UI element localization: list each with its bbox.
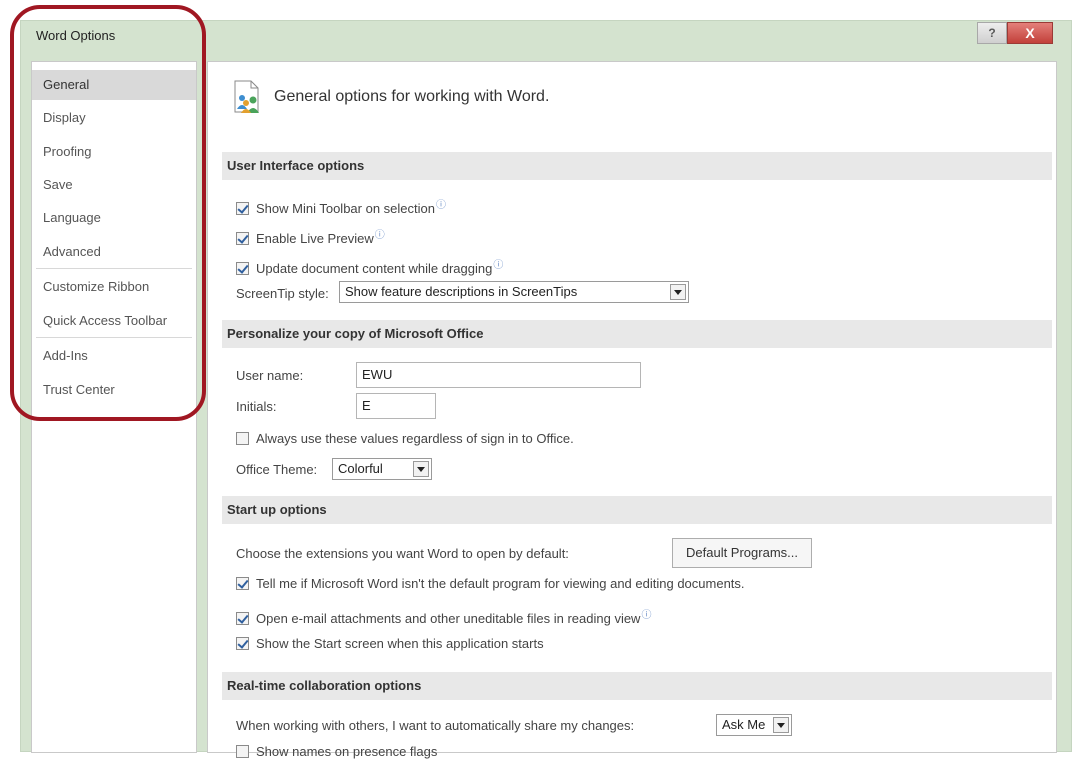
section-header-user-interface: User Interface options — [222, 152, 1052, 180]
options-nav: General Display Proofing Save Language A… — [31, 61, 197, 753]
section-header-personalize: Personalize your copy of Microsoft Offic… — [222, 320, 1052, 348]
title-bar[interactable]: Word Options ? X — [21, 21, 1071, 51]
word-options-dialog: Word Options ? X General Display Proofin… — [20, 20, 1072, 759]
nav-item-add-ins[interactable]: Add-Ins — [32, 341, 196, 371]
close-button[interactable]: X — [1007, 22, 1053, 44]
share-changes-select[interactable]: Ask Me — [716, 714, 792, 736]
nav-item-trust-center[interactable]: Trust Center — [32, 375, 196, 405]
office-theme-value: Colorful — [338, 461, 383, 476]
info-icon: ⓘ — [435, 200, 446, 211]
nav-item-customize-ribbon[interactable]: Customize Ribbon — [32, 272, 196, 302]
nav-item-save[interactable]: Save — [32, 170, 196, 200]
section-header-collaboration: Real-time collaboration options — [222, 672, 1052, 700]
info-icon: ⓘ — [641, 610, 652, 621]
nav-item-display[interactable]: Display — [32, 103, 196, 133]
chevron-down-icon[interactable] — [773, 717, 789, 733]
show-start-label: Show the Start screen when this applicat… — [256, 636, 544, 651]
tell-me-label: Tell me if Microsoft Word isn't the defa… — [256, 576, 745, 591]
default-programs-button[interactable]: Default Programs... — [672, 538, 812, 568]
screentip-style-label: ScreenTip style: — [236, 286, 329, 301]
share-changes-value: Ask Me — [722, 717, 766, 732]
page-title: General options for working with Word. — [274, 88, 550, 105]
section-header-startup: Start up options — [222, 496, 1052, 524]
always-use-checkbox[interactable] — [236, 432, 249, 445]
show-start-option[interactable]: Show the Start screen when this applicat… — [236, 636, 544, 651]
username-input[interactable]: EWU — [356, 362, 641, 388]
username-label: User name: — [236, 368, 304, 383]
mini-toolbar-option[interactable]: Show Mini Toolbar on selectionⓘ — [236, 196, 446, 216]
tell-me-option[interactable]: Tell me if Microsoft Word isn't the defa… — [236, 576, 745, 591]
nav-item-general[interactable]: General — [32, 70, 196, 100]
live-preview-checkbox[interactable] — [236, 232, 249, 245]
update-dragging-checkbox[interactable] — [236, 262, 249, 275]
office-theme-label: Office Theme: — [236, 462, 318, 477]
nav-item-quick-access-toolbar[interactable]: Quick Access Toolbar — [32, 306, 196, 336]
help-button[interactable]: ? — [977, 22, 1007, 44]
update-dragging-option[interactable]: Update document content while draggingⓘ — [236, 256, 503, 276]
screentip-style-select[interactable]: Show feature descriptions in ScreenTips — [339, 281, 689, 303]
info-icon: ⓘ — [374, 230, 385, 241]
open-email-checkbox[interactable] — [236, 612, 249, 625]
nav-divider — [36, 337, 192, 338]
dialog-title: Word Options — [36, 28, 116, 43]
update-dragging-label: Update document content while dragging — [256, 261, 493, 276]
share-changes-label: When working with others, I want to auto… — [236, 718, 635, 733]
info-icon: ⓘ — [493, 260, 504, 271]
office-theme-select[interactable]: Colorful — [332, 458, 432, 480]
tell-me-checkbox[interactable] — [236, 577, 249, 590]
mini-toolbar-checkbox[interactable] — [236, 202, 249, 215]
live-preview-option[interactable]: Enable Live Previewⓘ — [236, 226, 385, 246]
general-options-panel: General options for working with Word. U… — [207, 61, 1057, 759]
nav-item-advanced[interactable]: Advanced — [32, 237, 196, 267]
nav-item-language[interactable]: Language — [32, 203, 196, 233]
always-use-option[interactable]: Always use these values regardless of si… — [236, 431, 574, 446]
open-email-option[interactable]: Open e-mail attachments and other unedit… — [236, 606, 651, 626]
always-use-label: Always use these values regardless of si… — [256, 431, 574, 446]
initials-label: Initials: — [236, 399, 277, 414]
initials-input[interactable]: E — [356, 393, 436, 419]
mini-toolbar-label: Show Mini Toolbar on selection — [256, 201, 435, 216]
live-preview-label: Enable Live Preview — [256, 231, 374, 246]
nav-divider — [36, 268, 192, 269]
open-email-label: Open e-mail attachments and other unedit… — [256, 611, 641, 626]
general-options-people-icon — [234, 80, 259, 113]
extensions-label: Choose the extensions you want Word to o… — [236, 546, 569, 561]
screentip-style-value: Show feature descriptions in ScreenTips — [345, 284, 578, 299]
show-start-checkbox[interactable] — [236, 637, 249, 650]
chevron-down-icon[interactable] — [670, 284, 686, 300]
nav-item-proofing[interactable]: Proofing — [32, 137, 196, 167]
chevron-down-icon[interactable] — [413, 461, 429, 477]
